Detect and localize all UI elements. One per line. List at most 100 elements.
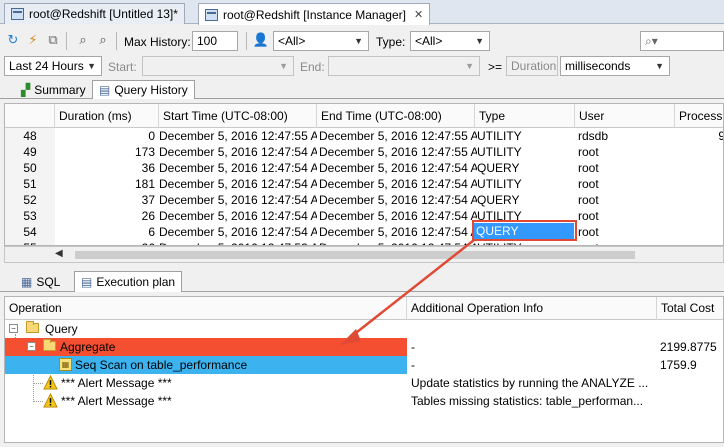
table-row[interactable]: 48 0 December 5, 2016 12:47:55 A... Decembe… bbox=[5, 128, 723, 144]
find-icon[interactable]: ⌕ bbox=[74, 31, 92, 49]
execution-plan-icon: ▤ bbox=[81, 275, 93, 289]
process-cell: 9 bbox=[677, 128, 723, 144]
column-header-end-time[interactable]: End Time (UTC-08:00) bbox=[317, 104, 475, 128]
collapse-icon[interactable]: − bbox=[27, 342, 36, 351]
horizontal-scrollbar[interactable]: ◀ bbox=[4, 246, 724, 263]
user-cell: root bbox=[578, 193, 599, 207]
operation-name: *** Alert Message *** bbox=[61, 394, 172, 408]
process-cell bbox=[677, 144, 723, 160]
toolbar: ↻ ⚡ ⧉ ⌕ ⌕ Max History: 100 👤 <All> ▼ Typ… bbox=[0, 29, 724, 54]
highlight-callout-box bbox=[472, 220, 577, 241]
duration-cell: 36 bbox=[141, 161, 155, 175]
column-header-row-number[interactable] bbox=[5, 104, 55, 128]
collapse-icon[interactable]: − bbox=[9, 324, 18, 333]
folder-icon bbox=[26, 321, 39, 333]
time-range-select[interactable]: Last 24 Hours ▼ bbox=[4, 56, 102, 76]
tab-instance-manager[interactable]: root@Redshift [Instance Manager] ✕ bbox=[198, 3, 431, 25]
tab-label: Execution plan bbox=[96, 275, 176, 289]
operation-name: Query bbox=[45, 322, 78, 336]
duration-input[interactable]: Duration bbox=[506, 56, 558, 76]
start-time-cell: December 5, 2016 12:47:54 A... bbox=[159, 177, 317, 191]
tab-label: Query History bbox=[114, 83, 188, 97]
column-header-type[interactable]: Type bbox=[475, 104, 575, 128]
type-value: <All> bbox=[415, 34, 443, 48]
max-history-label: Max History: bbox=[124, 35, 191, 49]
search-input[interactable]: ⌕▾ bbox=[640, 31, 724, 51]
warning-icon bbox=[43, 375, 58, 390]
start-time-cell: December 5, 2016 12:47:54 A... bbox=[159, 161, 317, 175]
user-cell: root bbox=[578, 177, 599, 191]
column-header-user[interactable]: User bbox=[575, 104, 675, 128]
plan-row-alert-1[interactable]: *** Alert Message *** Update statistics … bbox=[5, 374, 723, 392]
plan-row-seq-scan[interactable]: Seq Scan on table_performance ▦ - 1759.9 bbox=[5, 356, 723, 374]
copy-icon[interactable]: ⧉ bbox=[44, 31, 62, 49]
execution-plan-table: Operation Additional Operation Info Tota… bbox=[4, 296, 724, 443]
user-filter-select[interactable]: <All> ▼ bbox=[273, 31, 369, 51]
plan-row-query[interactable]: − Query bbox=[5, 320, 723, 338]
table-row[interactable]: 52 37 December 5, 2016 12:47:54 A... Decemb… bbox=[5, 192, 723, 208]
duration-cell: 37 bbox=[141, 193, 155, 207]
type-cell: UTILITY bbox=[477, 129, 522, 143]
summary-icon: ▞ bbox=[21, 83, 31, 97]
start-time-cell: December 5, 2016 12:47:54 A... bbox=[159, 193, 317, 207]
tab-sql[interactable]: ▦ SQL bbox=[14, 271, 67, 292]
end-time-cell: December 5, 2016 12:47:54 A... bbox=[319, 193, 477, 207]
start-date-select[interactable]: ▼ bbox=[142, 56, 294, 76]
process-cell bbox=[677, 208, 723, 224]
table-row[interactable]: 54 6 December 5, 2016 12:47:54 A... Decembe… bbox=[5, 224, 723, 240]
duration-unit-select[interactable]: milliseconds ▼ bbox=[560, 56, 670, 76]
process-cell bbox=[677, 160, 723, 176]
type-cell: QUERY bbox=[477, 161, 520, 175]
find-next-icon[interactable]: ⌕ bbox=[94, 31, 112, 49]
time-range-value: Last 24 Hours bbox=[9, 59, 84, 73]
table-row[interactable]: 50 36 December 5, 2016 12:47:54 A... Decemb… bbox=[5, 160, 723, 176]
plan-row-alert-2[interactable]: *** Alert Message *** Tables missing sta… bbox=[5, 392, 723, 410]
type-cell: QUERY bbox=[477, 193, 520, 207]
tab-execution-plan[interactable]: ▤ Execution plan bbox=[74, 271, 183, 292]
type-cell: UTILITY bbox=[477, 145, 522, 159]
end-date-select[interactable]: ▼ bbox=[328, 56, 480, 76]
type-label: Type: bbox=[376, 35, 406, 49]
close-icon[interactable]: ✕ bbox=[414, 8, 423, 21]
column-header-start-time[interactable]: Start Time (UTC-08:00) bbox=[159, 104, 317, 128]
operation-name: Aggregate bbox=[5, 338, 407, 356]
sql-icon: ▦ bbox=[21, 275, 33, 289]
end-time-cell: December 5, 2016 12:47:54 A... bbox=[319, 177, 477, 191]
tab-query-history[interactable]: ▤ Query History bbox=[92, 80, 195, 99]
folder-icon bbox=[43, 339, 56, 351]
scroll-left-icon[interactable]: ◀ bbox=[55, 248, 63, 259]
total-cost: 2199.8775 bbox=[660, 340, 717, 354]
tab-untitled-13[interactable]: root@Redshift [Untitled 13]* bbox=[4, 3, 185, 24]
column-header-operation[interactable]: Operation bbox=[5, 297, 407, 320]
scrollbar-thumb[interactable] bbox=[75, 251, 635, 259]
toolbar-divider bbox=[116, 32, 117, 50]
table-row[interactable]: 53 26 December 5, 2016 12:47:54 A... Decemb… bbox=[5, 208, 723, 224]
column-header-operation-info[interactable]: Additional Operation Info bbox=[407, 297, 657, 320]
plan-header: Operation Additional Operation Info Tota… bbox=[5, 297, 723, 320]
table-scan-icon: ▦ bbox=[59, 358, 72, 371]
user-cell: root bbox=[578, 225, 599, 239]
tab-label: root@Redshift [Instance Manager] bbox=[223, 7, 406, 22]
plug-icon[interactable]: ⚡ bbox=[24, 31, 42, 49]
row-number: 49 bbox=[5, 144, 55, 160]
column-header-duration[interactable]: Duration (ms) bbox=[55, 104, 159, 128]
chevron-down-icon: ▼ bbox=[655, 61, 664, 71]
tab-summary[interactable]: ▞ Summary bbox=[14, 80, 93, 99]
warning-icon bbox=[43, 393, 58, 408]
column-header-process[interactable]: Process bbox=[675, 104, 723, 128]
table-row[interactable]: 51 181 December 5, 2016 12:47:54 A... Decem… bbox=[5, 176, 723, 192]
start-time-cell: December 5, 2016 12:47:54 A... bbox=[159, 209, 317, 223]
chevron-down-icon: ▼ bbox=[279, 61, 288, 71]
start-label: Start: bbox=[108, 60, 137, 74]
end-time-cell: December 5, 2016 12:47:54 A... bbox=[319, 225, 477, 239]
tab-label: SQL bbox=[36, 275, 61, 289]
table-row[interactable]: 49 173 December 5, 2016 12:47:54 A... Decem… bbox=[5, 144, 723, 160]
plan-row-aggregate[interactable]: Aggregate − - 2199.8775 bbox=[5, 338, 723, 356]
duration-cell: 6 bbox=[148, 225, 155, 239]
max-history-input[interactable]: 100 bbox=[192, 31, 238, 51]
row-number: 50 bbox=[5, 160, 55, 176]
gte-label: >= bbox=[488, 60, 503, 74]
column-header-total-cost[interactable]: Total Cost bbox=[657, 297, 723, 320]
type-select[interactable]: <All> ▼ bbox=[410, 31, 490, 51]
refresh-icon[interactable]: ↻ bbox=[4, 31, 22, 49]
